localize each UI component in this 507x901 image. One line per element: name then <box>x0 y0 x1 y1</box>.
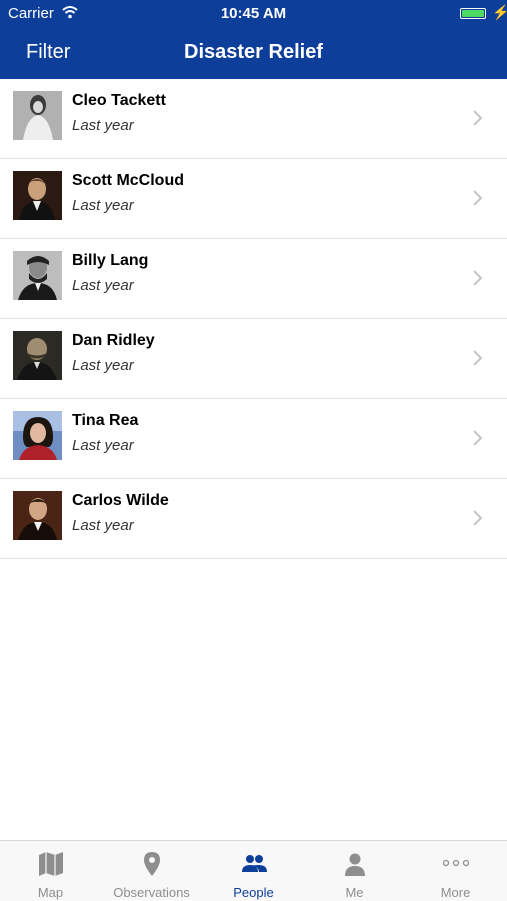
tab-people[interactable]: People <box>203 841 304 901</box>
person-row-billy-lang[interactable]: Billy Lang Last year <box>0 239 507 319</box>
tab-me[interactable]: Me <box>304 841 405 901</box>
chevron-right-icon <box>473 510 483 526</box>
chevron-right-icon <box>473 110 483 126</box>
person-name: Dan Ridley <box>72 332 155 349</box>
chevron-right-icon <box>473 350 483 366</box>
person-icon <box>345 853 365 876</box>
map-icon <box>39 852 63 876</box>
page-title: Disaster Relief <box>184 41 323 63</box>
person-row-dan-ridley[interactable]: Dan Ridley Last year <box>0 319 507 399</box>
chevron-right-icon <box>473 430 483 446</box>
location-pin-icon <box>144 852 160 876</box>
chevron-right-icon <box>473 270 483 286</box>
last-seen: Last year <box>72 117 134 134</box>
navigation-bar: Filter Disaster Relief <box>0 28 507 79</box>
person-row-cleo-tackett[interactable]: Cleo Tackett Last year <box>0 79 507 159</box>
person-name: Cleo Tackett <box>72 92 166 109</box>
people-icon <box>242 855 267 872</box>
charging-bolt-icon: ⚡ <box>492 4 507 20</box>
top-bar: Carrier 10:45 AM ⚡ Filter Disaster Relie… <box>0 0 507 79</box>
last-seen: Last year <box>72 517 134 534</box>
person-name: Scott McCloud <box>72 172 184 189</box>
last-seen: Last year <box>72 357 134 374</box>
avatar <box>13 331 62 380</box>
person-row-scott-mccloud[interactable]: Scott McCloud Last year <box>0 159 507 239</box>
avatar <box>13 251 62 300</box>
last-seen: Last year <box>72 277 134 294</box>
more-dots-icon <box>443 859 469 867</box>
tab-map[interactable]: Map <box>0 841 101 901</box>
tab-label: Observations <box>113 885 190 900</box>
status-bar: Carrier 10:45 AM ⚡ <box>0 0 507 28</box>
person-row-carlos-wilde[interactable]: Carlos Wilde Last year <box>0 479 507 559</box>
person-name: Carlos Wilde <box>72 492 169 509</box>
tab-bar: Map Observations People Me More <box>0 840 507 901</box>
person-name: Billy Lang <box>72 252 149 269</box>
clock: 10:45 AM <box>220 5 287 22</box>
person-row-tina-rea[interactable]: Tina Rea Last year <box>0 399 507 479</box>
avatar <box>13 171 62 220</box>
tab-label: Me <box>345 885 364 900</box>
tab-label: Map <box>37 885 64 900</box>
people-list: Cleo Tackett Last year Scott McCloud Las… <box>0 79 507 559</box>
chevron-right-icon <box>473 190 483 206</box>
person-name: Tina Rea <box>72 412 139 429</box>
tab-more[interactable]: More <box>405 841 506 901</box>
tab-label: More <box>440 885 471 900</box>
avatar <box>13 411 62 460</box>
tab-label: People <box>233 885 274 900</box>
last-seen: Last year <box>72 437 134 454</box>
avatar <box>13 91 62 140</box>
last-seen: Last year <box>72 197 134 214</box>
avatar <box>13 491 62 540</box>
tab-observations[interactable]: Observations <box>101 841 202 901</box>
battery-icon <box>460 8 486 19</box>
